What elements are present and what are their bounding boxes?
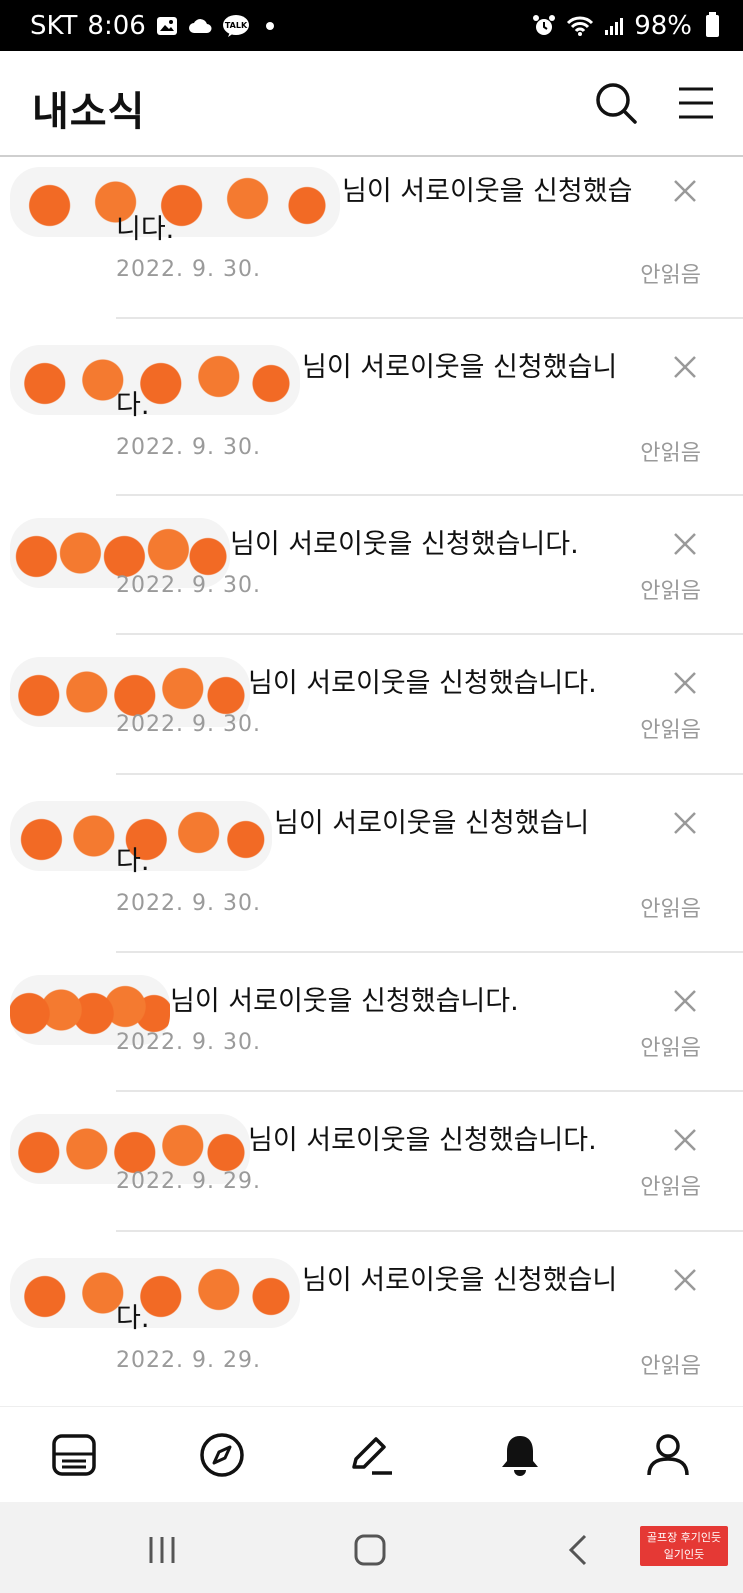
back-button[interactable] <box>558 1530 598 1570</box>
recent-apps-button[interactable] <box>142 1530 182 1570</box>
search-button[interactable] <box>592 79 640 127</box>
nav-write-button[interactable] <box>343 1427 399 1483</box>
notification-dot-icon <box>265 21 274 30</box>
notification-date: 2022. 9. 30. <box>116 257 261 282</box>
pencil-icon <box>352 1437 392 1475</box>
notification-date: 2022. 9. 30. <box>116 435 261 460</box>
notification-message: 님이 서로이웃을 신청했습니다. <box>116 352 618 421</box>
cloud-icon <box>188 17 212 35</box>
close-icon[interactable] <box>673 811 697 835</box>
close-icon[interactable] <box>673 532 697 556</box>
notification-item[interactable]: 님이 서로이웃을 신청했습니다. 2022. 9. 30. 안읽음 <box>0 775 743 953</box>
nav-explore-button[interactable] <box>194 1427 250 1483</box>
notification-message: 님이 서로이웃을 신청했습니다. <box>170 986 519 1017</box>
watermark-badge: 골프장 후기인듯 일기인듯 <box>640 1526 728 1566</box>
watermark-line-2: 일기인듯 <box>663 1548 705 1561</box>
home-button[interactable] <box>350 1530 390 1570</box>
app-header: 내소식 <box>0 51 743 157</box>
alarm-icon <box>532 14 556 38</box>
notification-date: 2022. 9. 30. <box>116 891 261 916</box>
close-icon[interactable] <box>673 671 697 695</box>
menu-icon <box>679 87 713 119</box>
notification-message: 님이 서로이웃을 신청했습니다. <box>116 1265 618 1334</box>
unread-status: 안읽음 <box>640 1175 701 1200</box>
notification-message: 님이 서로이웃을 신청했습니다. <box>230 529 579 560</box>
search-icon <box>596 83 637 124</box>
nav-notifications-button[interactable] <box>492 1427 548 1483</box>
notification-date: 2022. 9. 29. <box>116 1348 261 1373</box>
menu-button[interactable] <box>672 79 720 127</box>
battery-icon <box>706 11 719 37</box>
nav-profile-button[interactable] <box>640 1427 696 1483</box>
unread-status: 안읽음 <box>640 1036 701 1061</box>
bell-icon <box>502 1436 538 1476</box>
home-icon <box>354 1534 386 1566</box>
bottom-navigation <box>0 1406 743 1503</box>
signal-icon <box>604 16 624 36</box>
unread-status: 안읽음 <box>640 897 701 922</box>
page-title: 내소식 <box>32 89 146 135</box>
profile-icon <box>647 1434 689 1476</box>
unread-status: 안읽음 <box>640 718 701 743</box>
close-icon[interactable] <box>673 179 697 203</box>
unread-status: 안읽음 <box>640 1354 701 1379</box>
notification-date: 2022. 9. 30. <box>116 712 261 737</box>
unread-status: 안읽음 <box>640 579 701 604</box>
notification-date: 2022. 9. 29. <box>116 1169 261 1194</box>
status-bar: SKT 8:06 TALK 98% <box>0 0 743 51</box>
close-icon[interactable] <box>673 355 697 379</box>
notification-item[interactable]: 님이 서로이웃을 신청했습니다. 2022. 9. 29. 안읽음 <box>0 1092 743 1232</box>
close-icon[interactable] <box>673 1128 697 1152</box>
notification-item[interactable]: 님이 서로이웃을 신청했습니다. 2022. 9. 30. 안읽음 <box>0 319 743 496</box>
unread-status: 안읽음 <box>640 263 701 288</box>
notification-item[interactable]: 님이 서로이웃을 신청했습니다. 2022. 9. 29. 안읽음 <box>0 1232 743 1406</box>
watermark-line-1: 골프장 후기인듯 <box>646 1531 722 1544</box>
clock: 8:06 <box>87 10 146 41</box>
kakaotalk-icon: TALK <box>222 14 250 38</box>
feed-icon <box>52 1434 96 1476</box>
notification-item[interactable]: 님이 서로이웃을 신청했습니다. 2022. 9. 30. 안읽음 <box>0 157 743 319</box>
notification-date: 2022. 9. 30. <box>116 573 261 598</box>
compass-icon <box>200 1433 244 1477</box>
system-navigation-bar: 골프장 후기인듯 일기인듯 <box>0 1502 743 1593</box>
notification-message: 님이 서로이웃을 신청했습니다. <box>116 176 633 245</box>
notification-item[interactable]: 님이 서로이웃을 신청했습니다. 2022. 9. 30. 안읽음 <box>0 953 743 1092</box>
notification-date: 2022. 9. 30. <box>116 1030 261 1055</box>
svg-text:TALK: TALK <box>225 21 248 30</box>
close-icon[interactable] <box>673 989 697 1013</box>
gallery-icon <box>156 16 178 36</box>
notification-message: 님이 서로이웃을 신청했습니다. <box>116 808 590 877</box>
carrier-label: SKT <box>30 10 78 41</box>
notification-message: 님이 서로이웃을 신청했습니다. <box>248 1125 597 1156</box>
unread-status: 안읽음 <box>640 441 701 466</box>
notification-item[interactable]: 님이 서로이웃을 신청했습니다. 2022. 9. 30. 안읽음 <box>0 635 743 775</box>
close-icon[interactable] <box>673 1268 697 1292</box>
recent-apps-icon <box>149 1537 175 1563</box>
back-icon <box>568 1534 587 1566</box>
notification-item[interactable]: 님이 서로이웃을 신청했습니다. 2022. 9. 30. 안읽음 <box>0 496 743 635</box>
nav-feed-button[interactable] <box>46 1427 102 1483</box>
wifi-icon <box>566 15 594 37</box>
notification-message: 님이 서로이웃을 신청했습니다. <box>248 668 597 699</box>
battery-percent: 98% <box>634 10 692 41</box>
